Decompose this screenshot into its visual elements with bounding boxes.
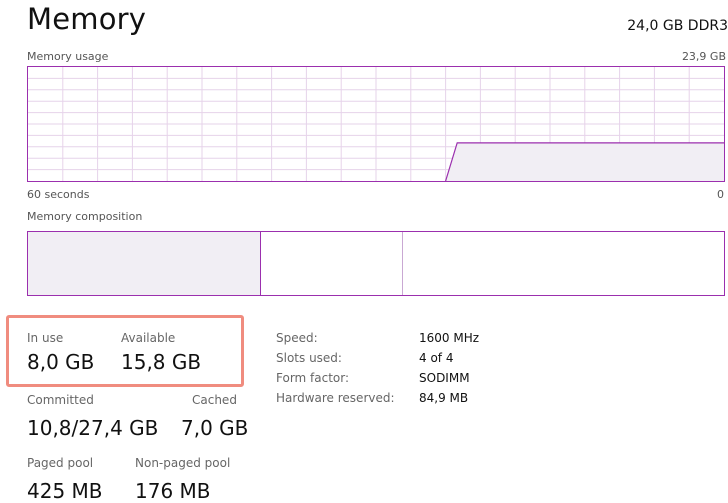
committed-value: 10,8/27,4 GB [27,416,159,440]
memory-composition-label: Memory composition [27,210,143,223]
usage-area [445,142,724,181]
graph-time-span-label: 60 seconds [27,188,90,201]
speed-key: Speed: [276,331,318,345]
memory-composition-bar [27,231,725,296]
memory-usage-chart [28,67,724,181]
available-label: Available [121,331,176,345]
in-use-value: 8,0 GB [27,350,95,374]
in-use-label: In use [27,331,64,345]
paged-pool-label: Paged pool [27,456,94,470]
composition-segment-in-use [28,232,261,295]
slots-used-key: Slots used: [276,351,342,365]
hardware-reserved-key: Hardware reserved: [276,391,395,405]
paged-pool-value: 425 MB [27,479,103,503]
hardware-reserved-value: 84,9 MB [419,391,469,405]
committed-label: Committed [27,393,94,407]
memory-usage-graph [27,66,725,182]
slots-used-value: 4 of 4 [419,351,454,365]
page-title: Memory [27,2,147,36]
graph-time-end-label: 0 [717,188,724,201]
memory-total: 24,0 GB DDR3 [627,18,728,34]
cached-label: Cached [192,393,237,407]
memory-usage-max: 23,9 GB [681,50,726,63]
cached-value: 7,0 GB [181,416,249,440]
available-value: 15,8 GB [121,350,202,374]
form-factor-key: Form factor: [276,371,350,385]
non-paged-pool-label: Non-paged pool [135,456,231,470]
non-paged-pool-value: 176 MB [135,479,211,503]
speed-value: 1600 MHz [419,331,480,345]
memory-usage-label: Memory usage [27,50,109,63]
composition-segment-modified [261,232,404,295]
composition-segment-standby [403,232,724,295]
form-factor-value: SODIMM [419,371,470,385]
